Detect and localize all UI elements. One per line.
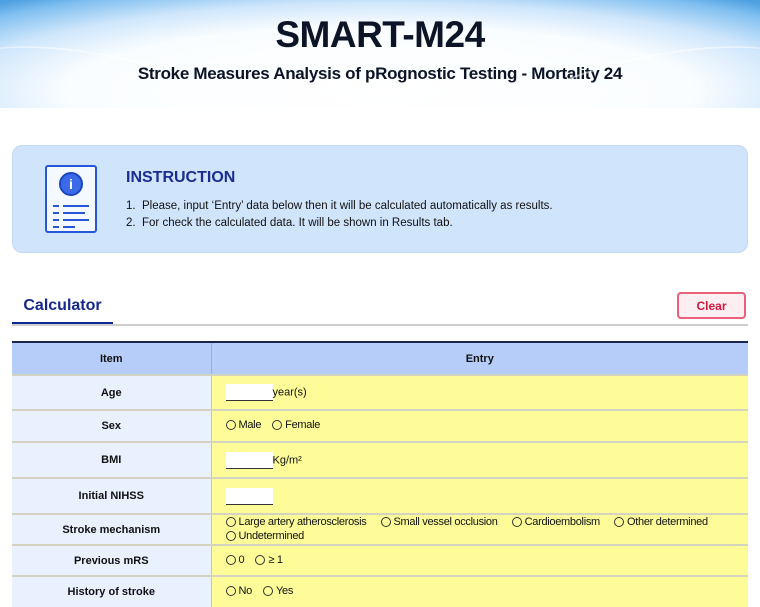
calculator-table: Item Entry Age year(s) Sex Male Female BMI… <box>12 341 748 607</box>
nihss-input[interactable] <box>225 487 273 505</box>
row-label: Age <box>12 374 212 410</box>
app-title: SMART-M24 <box>275 14 485 55</box>
tab-calculator[interactable]: Calculator <box>12 290 113 326</box>
row-label: BMI <box>12 441 212 478</box>
column-header-item: Item <box>12 342 211 375</box>
table-row: Age year(s) <box>12 374 748 410</box>
instruction-panel: i INSTRUCTION 1. Please, input ‘Entry’ da… <box>12 145 748 253</box>
table-row: Initial NIHSS <box>12 477 748 514</box>
sex-radio-female[interactable]: Female <box>272 419 320 431</box>
table-row: Previous mRS 0 ≥ 1 <box>12 544 748 576</box>
bmi-input[interactable] <box>225 451 273 469</box>
row-label: Sex <box>12 409 212 442</box>
row-label: Initial NIHSS <box>12 477 212 514</box>
table-row: BMI Kg/m² <box>12 441 748 478</box>
mechanism-radio-cardioembolism[interactable]: Cardioembolism <box>511 516 600 528</box>
tab-divider <box>12 324 748 326</box>
row-label: Stroke mechanism <box>12 513 212 545</box>
clear-button[interactable]: Clear <box>677 292 746 319</box>
history-radio-no[interactable]: No <box>225 585 252 597</box>
age-input[interactable] <box>225 384 273 401</box>
age-unit: year(s) <box>272 386 307 399</box>
row-label: Previous mRS <box>12 544 212 576</box>
mechanism-radio-small-vessel[interactable]: Small vessel occlusion <box>380 516 498 528</box>
header-banner: SMART-M24 Stroke Measures Analysis of pR… <box>0 0 760 108</box>
table-row: Sex Male Female <box>12 409 748 442</box>
info-document-icon: i <box>45 165 97 233</box>
mrs-radio-1-plus[interactable]: ≥ 1 <box>255 554 283 566</box>
instruction-item: 2. For check the calculated data. It will… <box>126 217 453 229</box>
table-row: Stroke mechanism Large artery atheroscle… <box>12 513 748 545</box>
instruction-item: 1. Please, input ‘Entry’ data below then … <box>126 200 553 212</box>
instruction-heading: INSTRUCTION <box>126 169 236 186</box>
column-header-entry: Entry <box>210 342 748 375</box>
app-subtitle: Stroke Measures Analysis of pRognostic T… <box>137 64 623 83</box>
mrs-radio-0[interactable]: 0 <box>225 554 245 566</box>
mechanism-radio-undetermined[interactable]: Undetermined <box>225 530 304 542</box>
bmi-unit: Kg/m² <box>272 453 302 466</box>
history-radio-yes[interactable]: Yes <box>262 585 293 597</box>
mechanism-radio-large-artery[interactable]: Large artery atherosclerosis <box>225 516 367 528</box>
mechanism-radio-other[interactable]: Other determined <box>613 516 708 528</box>
sex-radio-male[interactable]: Male <box>225 419 261 431</box>
row-label: History of stroke <box>12 575 212 607</box>
table-row: History of stroke No Yes <box>12 575 748 607</box>
